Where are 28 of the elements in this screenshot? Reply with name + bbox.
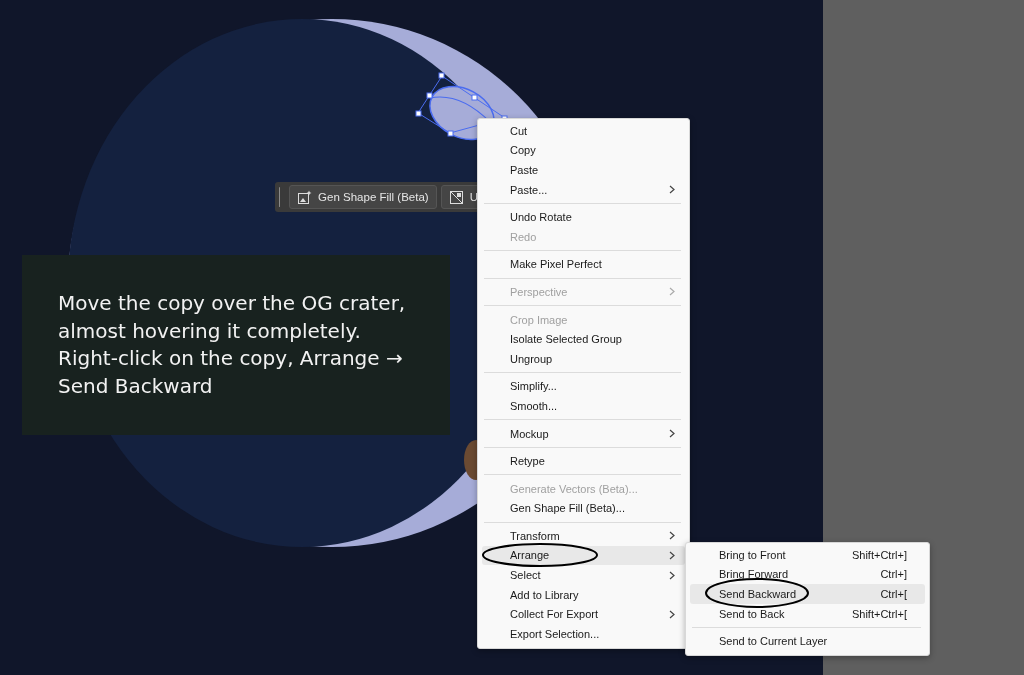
menu-item[interactable]: Isolate Selected Group — [482, 329, 685, 349]
menu-item[interactable]: Simplify... — [482, 376, 685, 397]
menu-item[interactable]: Ungroup — [482, 348, 685, 369]
menu-item[interactable]: Gen Shape Fill (Beta)... — [482, 498, 685, 519]
caption-text: Move the copy over the OG crater, almost hovering it completely. Right-click on the copy, Arrange → Send Backward — [58, 290, 407, 400]
menu-item[interactable]: Arrange — [482, 545, 685, 566]
menu-item[interactable]: Smooth... — [482, 396, 685, 416]
menu-item[interactable]: Mockup — [482, 423, 685, 444]
menu-item[interactable]: Bring Forward Ctrl+] — [690, 564, 925, 585]
menu-item[interactable]: Send to Back Shift+Ctrl+[ — [690, 603, 925, 624]
menu-item[interactable]: Collect For Export — [482, 604, 685, 625]
menu-item[interactable]: Bring to Front Shift+Ctrl+] — [690, 545, 925, 565]
menu-item[interactable]: Send to Current Layer — [690, 631, 925, 651]
menu-item[interactable]: Select — [482, 565, 685, 585]
menu-item[interactable]: Export Selection... — [482, 624, 685, 644]
menu-item[interactable]: Add to Library — [482, 584, 685, 605]
menu-item[interactable]: Paste — [482, 160, 685, 180]
toolbar-button[interactable]: Gen Shape Fill (Beta) — [289, 185, 437, 209]
menu-item[interactable]: Undo Rotate — [482, 207, 685, 227]
menu-item[interactable]: Copy — [482, 140, 685, 161]
grip-handle[interactable] — [279, 187, 280, 207]
menu-item[interactable]: Retype — [482, 451, 685, 471]
image-icon — [448, 189, 464, 205]
sparkle-image-icon — [297, 189, 313, 205]
menu-item[interactable]: Make Pixel Perfect — [482, 254, 685, 275]
menu-item[interactable]: Send Backward Ctrl+[ — [690, 584, 925, 604]
menu-item[interactable]: Transform — [482, 526, 685, 546]
menu-item[interactable]: Cut — [482, 121, 685, 141]
